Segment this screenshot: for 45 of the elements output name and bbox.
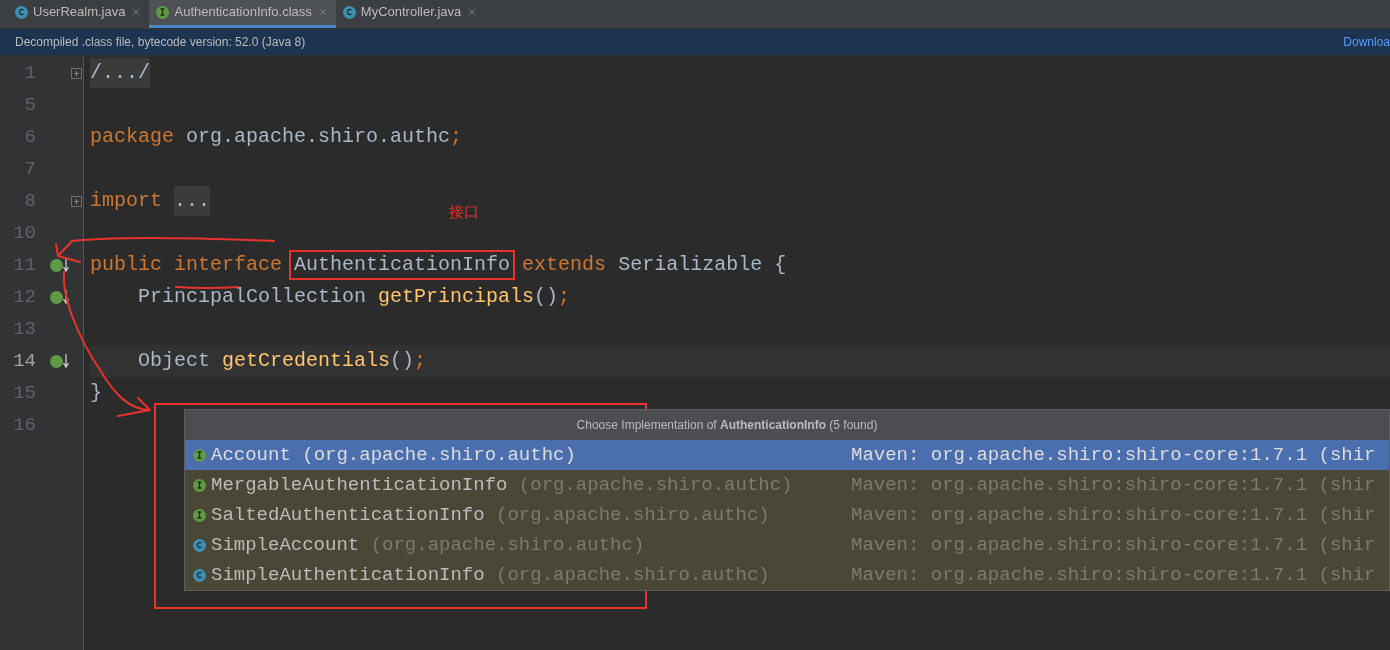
download-link[interactable]: Downloa (1343, 33, 1390, 51)
code-token: ... (174, 186, 211, 216)
implemented-marker-icon[interactable] (50, 289, 69, 305)
interface-icon (193, 448, 206, 462)
interface-icon (193, 508, 206, 522)
code-token: getPrincipals (378, 284, 535, 310)
implemented-marker-icon[interactable] (50, 353, 69, 369)
class-icon (193, 538, 206, 552)
code-token: ; (450, 124, 463, 150)
annotation-label: 接口 (449, 202, 479, 222)
banner-text: Decompiled .class file, bytecode version: 52.0 (Java 8) (15, 34, 306, 51)
code-token: /.../ (90, 58, 150, 88)
editor-tab[interactable]: AuthenticationInfo.class (149, 0, 336, 28)
code-token: package (90, 124, 175, 150)
implemented-marker-icon[interactable] (50, 257, 69, 273)
code-token: getCredentials (222, 348, 391, 374)
code-token: } (90, 380, 102, 406)
class-icon (15, 5, 28, 19)
code-token: PrincipalCollection (137, 284, 368, 310)
implementation-item[interactable]: MergableAuthenticationInfo (org.apache.shiro.authc) Maven: org.apache.shiro:shiro-core:1.7.1 (shir (185, 470, 1389, 500)
editor-tab[interactable]: UserRealm.java (8, 0, 150, 28)
fold-icon[interactable] (71, 67, 82, 79)
implementation-item[interactable]: SimpleAccount (org.apache.shiro.authc) Maven: org.apache.shiro:shiro-core:1.7.1 (shir (185, 530, 1389, 560)
code-token: public interface (90, 252, 284, 278)
implementation-item[interactable]: SaltedAuthenticationInfo (org.apache.shiro.authc) Maven: org.apache.shiro:shiro-core:1.7.1 (shir (185, 500, 1389, 530)
class-icon (342, 5, 356, 19)
implementation-item[interactable]: SimpleAuthenticationInfo (org.apache.shiro.authc) Maven: org.apache.shiro:shiro-core:1.7.1 (shir (185, 560, 1389, 590)
implementation-item[interactable]: Account (org.apache.shiro.authc) Maven: org.apache.shiro:shiro-core:1.7.1 (shir (185, 440, 1389, 470)
code-token: AuthenticationInfo (294, 252, 511, 278)
code-token: import (90, 188, 163, 214)
interface-icon (193, 478, 206, 492)
code-token: extends (521, 252, 608, 278)
class-icon (193, 568, 206, 582)
code-token: () (390, 348, 415, 374)
interface-icon (156, 5, 170, 19)
line-number: 14 (12, 348, 36, 374)
fold-icon[interactable] (71, 195, 82, 207)
popup-title: Choose Implementation of AuthenticationInfo (5 found) (185, 410, 1389, 440)
code-token: Object (137, 348, 212, 374)
code-token: ; (414, 348, 427, 374)
code-token: Serializable { (618, 252, 787, 278)
code-token: () (534, 284, 559, 310)
editor-tab[interactable]: MyController.java (335, 0, 486, 28)
code-token: ; (558, 284, 571, 310)
code-token: org.apache.shiro.authc (186, 124, 451, 150)
